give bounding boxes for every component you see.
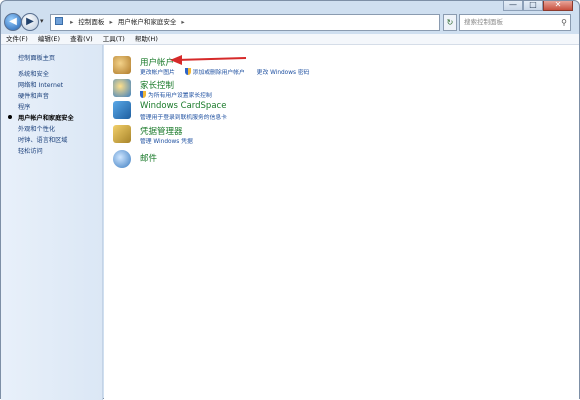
chevron-right-icon[interactable]: ▸ <box>70 18 73 26</box>
category-cardspace: Windows CardSpace 管理用于登录到联机服务的信息卡 <box>113 101 533 123</box>
parental-control-icon <box>113 79 131 97</box>
control-panel-window: — □ ✕ ◀ ▶ ▾ ▸ 控制面板 ▸ 用户帐户和家庭安全 ▸ ↻ 搜索控制面… <box>0 0 580 400</box>
menu-edit[interactable]: 编辑(E) <box>38 35 60 43</box>
chevron-right-icon[interactable]: ▸ <box>110 18 113 26</box>
close-button[interactable]: ✕ <box>543 1 573 11</box>
minimize-button[interactable]: — <box>503 1 523 11</box>
users-icon <box>113 56 131 74</box>
category-links-user-accounts: 更改帐户图片 添加或删除用户帐户 更改 Windows 密码 <box>140 67 309 76</box>
category-links-parental-controls: 为所有用户设置家长控制 <box>140 90 212 99</box>
menu-bar: 文件(F) 编辑(E) 查看(V) 工具(T) 帮助(H) <box>1 34 579 45</box>
search-input[interactable]: 搜索控制面板 ⚲ <box>459 14 571 31</box>
link-manage-credentials[interactable]: 管理 Windows 凭据 <box>140 139 193 145</box>
control-panel-icon <box>55 17 63 25</box>
history-dropdown-icon[interactable]: ▾ <box>40 17 44 25</box>
title-bar: — □ ✕ <box>1 1 579 11</box>
breadcrumb-item-user-accounts[interactable]: 用户帐户和家庭安全 <box>118 18 177 26</box>
category-credential-manager: 凭据管理器 管理 Windows 凭据 <box>113 125 533 147</box>
sidebar-item-hardware[interactable]: 硬件和声音 <box>18 91 49 100</box>
link-add-remove-accounts[interactable]: 添加或删除用户帐户 <box>193 70 245 76</box>
current-item-bullet-icon <box>8 115 12 119</box>
category-links-cardspace: 管理用于登录到联机服务的信息卡 <box>140 112 227 121</box>
shield-icon <box>140 91 148 99</box>
menu-file[interactable]: 文件(F) <box>6 35 28 43</box>
sidebar: 控制面板主页 系统和安全 网络和 Internet 硬件和声音 程序 用户帐户和… <box>1 45 103 400</box>
mail-icon <box>113 150 131 168</box>
cardspace-icon <box>113 101 131 119</box>
breadcrumb[interactable]: ▸ 控制面板 ▸ 用户帐户和家庭安全 ▸ <box>50 14 440 31</box>
credential-manager-icon <box>113 125 131 143</box>
search-placeholder: 搜索控制面板 <box>464 18 503 26</box>
back-button[interactable]: ◀ <box>4 13 22 31</box>
window-controls: — □ ✕ <box>503 1 573 11</box>
category-user-accounts: 用户帐户 更改帐户图片 添加或删除用户帐户 更改 Windows 密码 <box>113 56 533 78</box>
sidebar-item-system-security[interactable]: 系统和安全 <box>18 69 49 78</box>
shield-icon <box>184 68 193 76</box>
search-icon: ⚲ <box>561 18 567 27</box>
category-title-cardspace[interactable]: Windows CardSpace <box>140 101 226 111</box>
sidebar-item-programs[interactable]: 程序 <box>18 102 30 111</box>
chevron-right-icon[interactable]: ▸ <box>181 18 184 26</box>
menu-tools[interactable]: 工具(T) <box>103 35 125 43</box>
main-content: 用户帐户 更改帐户图片 添加或删除用户帐户 更改 Windows 密码 家长控制… <box>104 45 579 400</box>
category-parental-controls: 家长控制 为所有用户设置家长控制 <box>113 79 533 101</box>
link-change-picture[interactable]: 更改帐户图片 <box>140 70 175 76</box>
breadcrumb-item-control-panel[interactable]: 控制面板 <box>78 18 104 26</box>
sidebar-item-appearance[interactable]: 外观和个性化 <box>18 124 55 133</box>
sidebar-item-user-accounts: 用户帐户和家庭安全 <box>18 115 74 122</box>
link-manage-information-cards[interactable]: 管理用于登录到联机服务的信息卡 <box>140 115 227 121</box>
address-bar: ◀ ▶ ▾ ▸ 控制面板 ▸ 用户帐户和家庭安全 ▸ ↻ 搜索控制面板 ⚲ <box>1 12 579 34</box>
category-title-mail[interactable]: 邮件 <box>140 152 157 164</box>
sidebar-item-ease-of-access[interactable]: 轻松访问 <box>18 146 43 155</box>
maximize-button[interactable]: □ <box>523 1 543 11</box>
category-mail: 邮件 <box>113 150 533 172</box>
refresh-button[interactable]: ↻ <box>443 14 457 31</box>
menu-help[interactable]: 帮助(H) <box>135 35 158 43</box>
link-setup-parental-controls[interactable]: 为所有用户设置家长控制 <box>148 93 212 99</box>
category-links-credential-manager: 管理 Windows 凭据 <box>140 136 193 145</box>
forward-button[interactable]: ▶ <box>21 13 39 31</box>
menu-view[interactable]: 查看(V) <box>70 35 93 43</box>
link-change-password[interactable]: 更改 Windows 密码 <box>257 70 310 76</box>
sidebar-item-home[interactable]: 控制面板主页 <box>18 53 55 62</box>
sidebar-item-network[interactable]: 网络和 Internet <box>18 80 63 89</box>
sidebar-item-clock-language[interactable]: 时钟、语言和区域 <box>18 135 68 144</box>
